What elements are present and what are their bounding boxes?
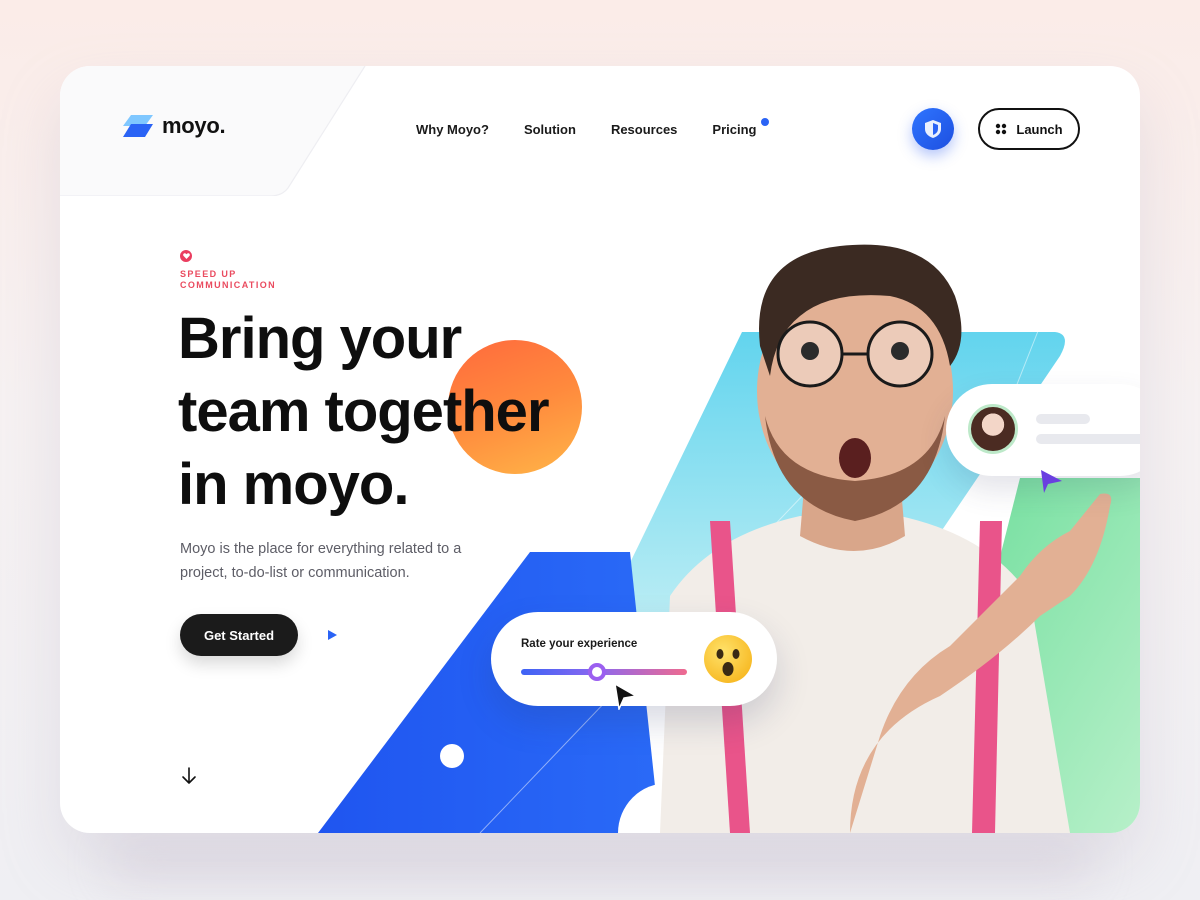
rating-slider-handle[interactable] [588, 663, 607, 681]
notification-dot [760, 118, 769, 126]
brand-name: moyo. [162, 113, 226, 138]
eyebrow-label: SPEED UP COMMUNICATION [180, 269, 277, 290]
heart-icon [180, 250, 192, 262]
launch-button[interactable]: Launch [978, 108, 1080, 150]
nav-item-pricing[interactable]: Pricing [712, 118, 769, 137]
rating-slider[interactable] [521, 663, 687, 681]
headline-line-1: Bring your [178, 306, 462, 371]
chat-placeholder-line [1036, 434, 1140, 444]
shield-button[interactable] [912, 108, 954, 150]
rate-experience-label: Rate your experience [521, 638, 638, 650]
grid-dots-icon [996, 123, 1007, 135]
main-nav: Why Moyo? Solution Resources Pricing [416, 118, 792, 137]
launch-button-label: Launch [1016, 121, 1063, 137]
headline-line-3: in moyo. [178, 452, 409, 517]
chat-preview-card [946, 384, 1140, 476]
play-icon[interactable] [326, 629, 338, 641]
headline-line-2: team together [178, 379, 550, 444]
surprised-face-icon [704, 635, 752, 683]
card-shadow [110, 840, 1090, 880]
hero-description: Moyo is the place for everything related… [180, 541, 462, 581]
logo[interactable]: moyo. [122, 113, 226, 139]
purple-cursor-icon [1041, 470, 1062, 493]
chat-placeholder-line [1036, 414, 1090, 424]
nav-item-resources[interactable]: Resources [611, 122, 677, 137]
nav-item-why-moyo[interactable]: Why Moyo? [416, 122, 489, 137]
hero-headline: Bring your team together in moyo. [178, 302, 638, 521]
cursor-icon [614, 682, 638, 710]
logo-mark-icon [123, 115, 153, 137]
get-started-button[interactable]: Get Started [180, 614, 298, 656]
avatar [968, 404, 1018, 454]
landing-card: moyo. Why Moyo? Solution Resources Prici… [60, 66, 1140, 833]
hero-person-illustration [660, 244, 1112, 833]
nav-item-pricing-label: Pricing [712, 122, 757, 137]
white-dot [440, 744, 464, 768]
arrow-down-icon[interactable] [180, 766, 198, 786]
nav-item-solution[interactable]: Solution [524, 122, 576, 137]
shield-icon [925, 120, 941, 138]
